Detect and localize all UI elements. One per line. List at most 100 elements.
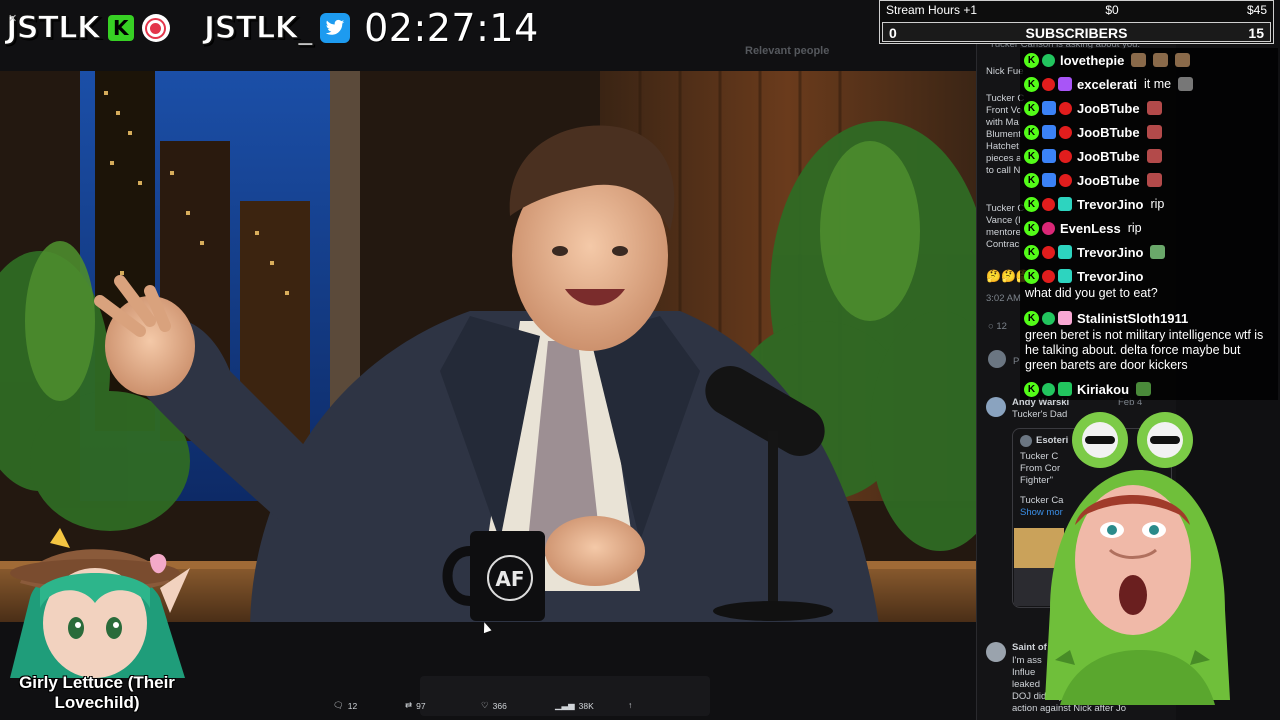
relevant-people-heading: Relevant people [745,45,830,57]
chat-text: what did you get to eat? [1025,286,1158,300]
chat-username[interactable]: TrevorJino [1077,269,1143,284]
tweet-para-2: Tucker C Vance (I mentore Contrac [986,203,1025,250]
repost-action[interactable]: ⇄ 97 [405,700,426,711]
reply-icon: 🗨︎ [333,700,344,710]
role-badge-icon [1059,125,1072,139]
chat-username[interactable]: EvenLess [1060,221,1121,236]
kick-badge-icon: K [1024,310,1039,326]
kermit-hood-avatar [1045,412,1230,705]
chat-overlay: K lovethepie K excelerati it me K JooBTu… [1020,48,1278,400]
reply-count[interactable]: ○ 12 [988,321,1007,333]
kick-badge-icon: K [1024,244,1039,260]
views-chart-icon: ▁▃▅ [555,700,575,710]
views-action[interactable]: ▁▃▅ 38K [555,700,594,711]
reply-avatar[interactable] [988,350,1006,368]
like-action[interactable]: ♡ 366 [481,700,507,711]
role-badge-icon [1042,221,1055,235]
chat-text: it me [1144,76,1172,91]
twitter-channel-name: JSTLK_ [203,9,314,47]
stream-hours-title: Stream Hours +1 [886,3,978,17]
emote-icon [1131,53,1147,67]
chat-username[interactable]: TrevorJino [1077,197,1143,212]
chat-username[interactable]: JooBTube [1077,125,1140,140]
money-right: $45 [1246,3,1267,17]
chat-username[interactable]: JooBTube [1077,173,1140,188]
role-badge-icon [1042,197,1055,211]
role-badge-icon [1059,101,1072,115]
chat-username[interactable]: StalinistSloth1911 [1077,311,1188,326]
kick-badge-icon: K [1024,196,1039,212]
chat-username[interactable]: JooBTube [1077,101,1140,116]
chat-username[interactable]: JooBTube [1077,149,1140,164]
kick-badge-icon: K [1024,52,1039,68]
subscriber-badge-icon [1042,101,1056,115]
kick-logo-icon: K [107,15,134,41]
kick-badge-icon: K [1024,381,1039,397]
subscriber-badge-icon [1042,125,1056,139]
chat-username[interactable]: excelerati [1077,77,1137,92]
kick-channel-name: JSTLK [5,9,101,47]
emote-icon [1175,53,1191,67]
subscriber-progress: 0 SUBSCRIBERS 15 [882,22,1271,42]
stream-timer: 02:27:14 [364,6,539,50]
chat-message: K StalinistSloth1911 green beret is not … [1024,307,1276,373]
chat-username[interactable]: lovethepie [1060,53,1124,68]
share-action[interactable]: ↑ [628,700,632,710]
chat-message: K TrevorJino rip [1024,193,1276,215]
twitter-bird-icon [320,13,351,43]
role-badge-icon [1042,77,1055,91]
money-mid: $0 [1105,3,1119,17]
andy-avatar[interactable] [986,397,1006,417]
subscribers-label: SUBSCRIBERS [1025,25,1128,41]
chat-message: K excelerati it me [1024,73,1276,95]
kick-badge-icon: K [1024,76,1039,92]
role-badge-icon [1042,311,1055,325]
role-badge-icon [1042,382,1055,396]
chat-text: rip [1150,196,1165,211]
subscriber-badge-icon [1058,245,1072,259]
heart-icon: ♡ [481,700,489,710]
subscriber-badge-icon [1058,77,1072,91]
tweet-time: 3:02 AM [986,293,1021,304]
chat-username[interactable]: Kiriakou [1077,382,1129,397]
lettuce-avatar-label: Girly Lettuce (Their Lovechild) [19,673,175,712]
reply-placeholder[interactable]: P [1013,356,1019,368]
chat-message: K JooBTube [1024,121,1276,143]
emote-icon [1153,53,1169,67]
nick-line: Nick Fue [986,66,1024,77]
close-icon[interactable]: ✕ [8,12,17,25]
kick-badge-icon: K [1024,172,1039,188]
emote-icon [1146,149,1162,163]
record-icon [141,14,170,42]
chat-message: K TrevorJino what did you get to eat? [1024,265,1276,301]
repost-icon: ⇄ [405,700,413,710]
subscriber-badge-icon [1058,197,1072,211]
subscriber-badge-icon [1058,382,1072,396]
reply-action[interactable]: 🗨︎ 12 [333,700,357,711]
chat-message: K JooBTube [1024,97,1276,119]
emote-icon [1146,173,1162,187]
saint-avatar[interactable] [986,642,1006,662]
role-badge-icon [1042,269,1055,283]
kick-badge-icon: K [1024,220,1039,236]
emote-icon [1136,382,1152,396]
kick-badge-icon: K [1024,268,1039,284]
chat-text: green beret is not military intelligence… [1025,328,1264,372]
svg-text:AF: AF [495,567,524,591]
kick-badge-icon: K [1024,100,1039,116]
role-badge-icon [1042,245,1055,259]
chat-message: K EvenLess rip [1024,217,1276,239]
share-icon: ↑ [628,700,633,710]
emote-icon [1178,77,1194,91]
emote-icon [1146,101,1162,115]
chat-message: K lovethepie [1024,49,1276,71]
subscriber-badge-icon [1042,173,1056,187]
chat-username[interactable]: TrevorJino [1077,245,1143,260]
gift-badge-icon [1058,311,1072,325]
chat-message: K TrevorJino [1024,241,1276,263]
role-badge-icon [1059,173,1072,187]
emote-icon [1146,125,1162,139]
kick-badge-icon: K [1024,124,1039,140]
sub-count-right: 15 [1248,25,1264,41]
chat-message: K JooBTube [1024,145,1276,167]
